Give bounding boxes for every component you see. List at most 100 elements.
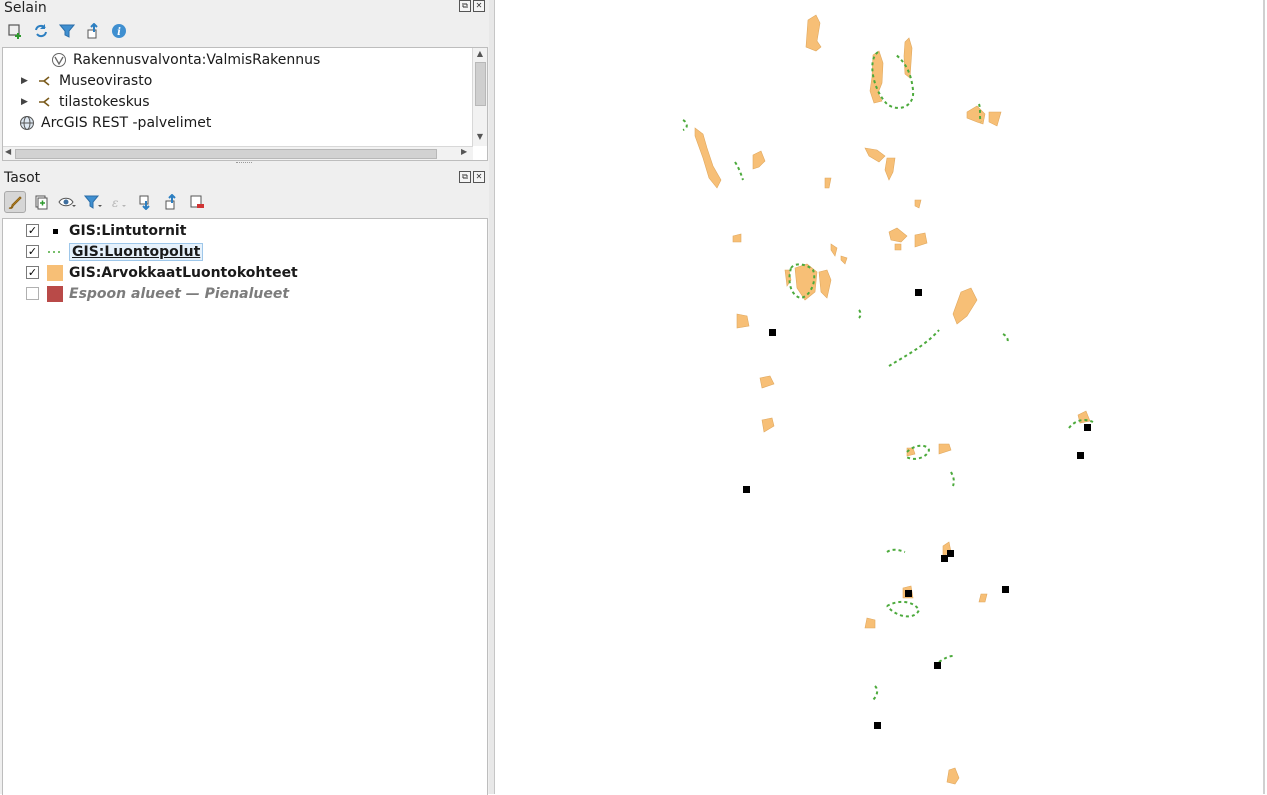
nature-area: [864, 617, 876, 629]
float-panel-button[interactable]: ⧉: [459, 171, 471, 183]
nature-area: [869, 50, 884, 104]
add-group-button[interactable]: [30, 191, 52, 213]
nature-area: [888, 227, 908, 243]
connection-icon: [37, 73, 53, 89]
layers-toolbar: ε: [4, 191, 208, 213]
nature-area: [966, 105, 986, 125]
scroll-down-icon[interactable]: ▼: [473, 132, 487, 141]
layer-row-luontopolut[interactable]: ✓ GIS:Luontopolut: [3, 241, 487, 262]
browser-item-label: Museovirasto: [59, 72, 153, 89]
layer-name: GIS:ArvokkaatLuontokohteet: [69, 264, 298, 281]
layer-visibility-checkbox[interactable]: ✓: [26, 245, 39, 258]
remove-layer-button[interactable]: [186, 191, 208, 213]
layer-visibility-checkbox[interactable]: ✓: [26, 266, 39, 279]
layers-panel-title: Tasot: [4, 170, 41, 186]
float-panel-button[interactable]: ⧉: [459, 0, 471, 12]
nature-area: [978, 593, 988, 603]
nature-trail: [1002, 333, 1009, 345]
bird-tower-point: [905, 590, 912, 597]
bird-tower-point: [934, 662, 941, 669]
nature-area: [736, 313, 750, 329]
browser-panel-controls: ⧉ ✕: [459, 0, 485, 12]
layers-panel-controls: ⧉ ✕: [459, 171, 485, 183]
nature-area: [894, 243, 902, 251]
add-group-icon: [35, 195, 48, 210]
panel-resize-handle[interactable]: [236, 162, 252, 165]
close-panel-button[interactable]: ✕: [473, 0, 485, 12]
nature-area: [938, 443, 952, 455]
filter-browser-button[interactable]: [56, 20, 78, 42]
style-panel-button[interactable]: [4, 191, 26, 213]
nature-area: [952, 287, 978, 325]
chevron-right-icon[interactable]: ▶: [21, 76, 31, 86]
nature-area: [805, 14, 822, 52]
layer-name: Espoon alueet — Pienalueet: [69, 285, 290, 302]
browser-item-tilastokeskus[interactable]: ▶ tilastokeskus: [21, 91, 150, 112]
add-layer-icon: [8, 24, 21, 39]
filter-by-expression-button[interactable]: ε: [108, 191, 130, 213]
browser-tree: Rakennusvalvonta:ValmisRakennus ▶ Museov…: [2, 47, 488, 161]
remove-layer-icon: [190, 195, 204, 208]
browser-horizontal-scrollbar[interactable]: ◀ ▶: [3, 146, 473, 160]
refresh-button[interactable]: [30, 20, 52, 42]
nature-area: [914, 199, 922, 209]
map-canvas[interactable]: [495, 0, 1265, 794]
close-panel-button[interactable]: ✕: [473, 171, 485, 183]
bird-tower-point: [947, 550, 954, 557]
expand-all-button[interactable]: [134, 191, 156, 213]
svg-text:i: i: [117, 27, 121, 38]
scroll-thumb[interactable]: [15, 149, 437, 159]
polygon-symbol-icon: [47, 285, 63, 302]
manage-visibility-button[interactable]: [56, 191, 78, 213]
nature-area: [884, 157, 896, 181]
collapse-all-button[interactable]: [82, 20, 104, 42]
browser-toolbar: i: [4, 20, 130, 42]
scroll-thumb[interactable]: [475, 62, 486, 106]
layer-visibility-checkbox[interactable]: [26, 287, 39, 300]
luontopolut-layer: [682, 51, 1094, 701]
nature-area: [761, 417, 775, 433]
nature-trail: [938, 655, 954, 663]
browser-item-valmisrakennus[interactable]: Rakennusvalvonta:ValmisRakennus: [51, 49, 320, 70]
nature-trail: [734, 161, 744, 181]
browser-item-label: tilastokeskus: [59, 93, 150, 110]
nature-area: [694, 127, 722, 189]
nature-trail: [886, 600, 921, 618]
properties-button[interactable]: i: [108, 20, 130, 42]
globe-icon: [19, 115, 35, 131]
connection-icon: [37, 94, 53, 110]
collapse-all-layers-button[interactable]: [160, 191, 182, 213]
chevron-right-icon[interactable]: ▶: [21, 97, 31, 107]
nature-area: [946, 767, 960, 785]
scroll-right-icon[interactable]: ▶: [461, 147, 467, 156]
polygon-symbol-icon: [47, 264, 63, 281]
expression-filter-icon: ε: [112, 196, 126, 210]
nature-trail: [888, 329, 940, 367]
bird-tower-point: [1002, 586, 1009, 593]
scroll-left-icon[interactable]: ◀: [5, 147, 11, 156]
layer-row-lintutornit[interactable]: ✓ GIS:Lintutornit: [3, 220, 487, 241]
nature-area: [824, 177, 832, 189]
nature-area: [784, 269, 792, 287]
layer-row-arvokkaatluontokohteet[interactable]: ✓ GIS:ArvokkaatLuontokohteet: [3, 262, 487, 283]
collapse-all-icon: [87, 23, 98, 39]
arvokkaat-luontokohteet-layer: [694, 14, 1091, 785]
layer-row-espoon-alueet[interactable]: Espoon alueet — Pienalueet: [3, 283, 487, 304]
svg-text:ε: ε: [112, 196, 118, 210]
browser-item-museovirasto[interactable]: ▶ Museovirasto: [21, 70, 152, 91]
add-layer-button[interactable]: [4, 20, 26, 42]
browser-item-arcgis-rest[interactable]: ArcGIS REST -palvelimet: [19, 112, 211, 133]
bird-tower-point: [941, 555, 948, 562]
browser-item-label: Rakennusvalvonta:ValmisRakennus: [73, 51, 321, 68]
filter-legend-button[interactable]: [82, 191, 104, 213]
nature-area: [732, 233, 742, 243]
nature-area: [988, 111, 1002, 127]
map-layers: [682, 14, 1094, 785]
browser-vertical-scrollbar[interactable]: ▲ ▼: [472, 48, 487, 146]
layer-visibility-checkbox[interactable]: ✓: [26, 224, 39, 237]
nature-trail: [858, 309, 862, 319]
refresh-icon: [35, 24, 47, 38]
scroll-up-icon[interactable]: ▲: [473, 49, 487, 58]
map-border: [1263, 0, 1265, 794]
browser-panel-title: Selain: [4, 0, 47, 16]
